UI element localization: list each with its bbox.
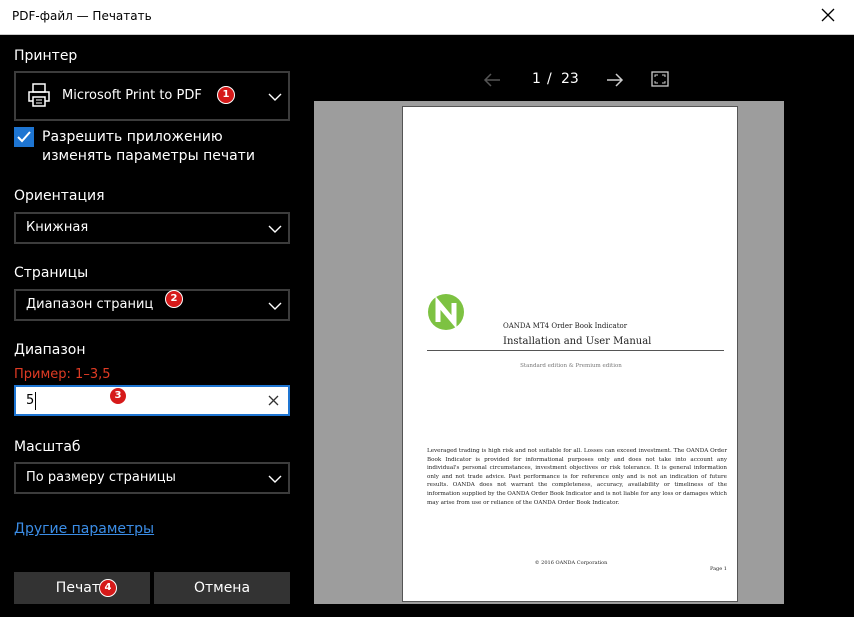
next-page-icon[interactable] [605,70,625,90]
pages-selected: Диапазон страниц [26,297,154,312]
doc-disclaimer: Leveraged trading is high risk and not s… [427,448,727,506]
chevron-down-icon [268,225,282,233]
printer-icon [28,83,50,107]
range-input[interactable]: 5 [14,385,290,416]
fullscreen-icon[interactable] [651,71,669,87]
clear-icon[interactable] [268,395,279,406]
printer-selected: Microsoft Print to PDF [62,88,202,103]
range-value: 5 [26,393,35,408]
doc-edition: Standard edition & Premium edition [520,363,622,369]
window-title: PDF-файл — Печатать [12,9,152,23]
printer-label: Принтер [14,48,78,64]
orientation-selected: Книжная [26,220,89,235]
total-pages: 23 [561,71,579,87]
more-settings-link[interactable]: Другие параметры [14,521,154,537]
badge-3: 3 [109,387,127,405]
current-page: 1 [532,71,541,87]
allow-settings-checkbox[interactable] [14,127,34,147]
scale-label: Масштаб [14,439,81,455]
chevron-down-icon [268,302,282,310]
pages-select[interactable]: Диапазон страниц [14,289,290,321]
page-separator: / [547,71,552,87]
close-icon[interactable] [820,7,836,23]
orientation-label: Ориентация [14,188,105,204]
range-hint: Пример: 1–3,5 [14,367,111,382]
oanda-logo [428,294,464,330]
text-caret [35,392,36,410]
preview-page: OANDA MT4 Order Book Indicator Installat… [402,106,738,602]
chevron-down-icon [268,475,282,483]
cancel-button[interactable]: Отмена [154,572,290,604]
doc-page-number: Page 1 [709,566,727,572]
title-bar: PDF-файл — Печатать [0,0,854,35]
prev-page-icon[interactable] [482,70,502,90]
badge-2: 2 [165,290,183,308]
doc-line-1: OANDA MT4 Order Book Indicator [503,322,628,330]
doc-copyright: © 2016 OANDA Corporation [534,560,608,566]
range-label: Диапазон [14,342,86,358]
chevron-down-icon [268,93,282,101]
scale-selected: По размеру страницы [26,470,176,485]
printer-select[interactable]: Microsoft Print to PDF [14,71,290,121]
scale-select[interactable]: По размеру страницы [14,462,290,494]
checkmark-icon [17,131,31,143]
pages-label: Страницы [14,265,89,281]
doc-line-2: Installation and User Manual [503,336,652,347]
doc-divider [427,350,724,351]
allow-settings-label: Разрешить приложению изменять параметры … [42,129,255,164]
print-button[interactable]: Печать [14,572,150,604]
badge-1: 1 [217,86,235,104]
orientation-select[interactable]: Книжная [14,212,290,244]
badge-4: 4 [99,579,117,597]
